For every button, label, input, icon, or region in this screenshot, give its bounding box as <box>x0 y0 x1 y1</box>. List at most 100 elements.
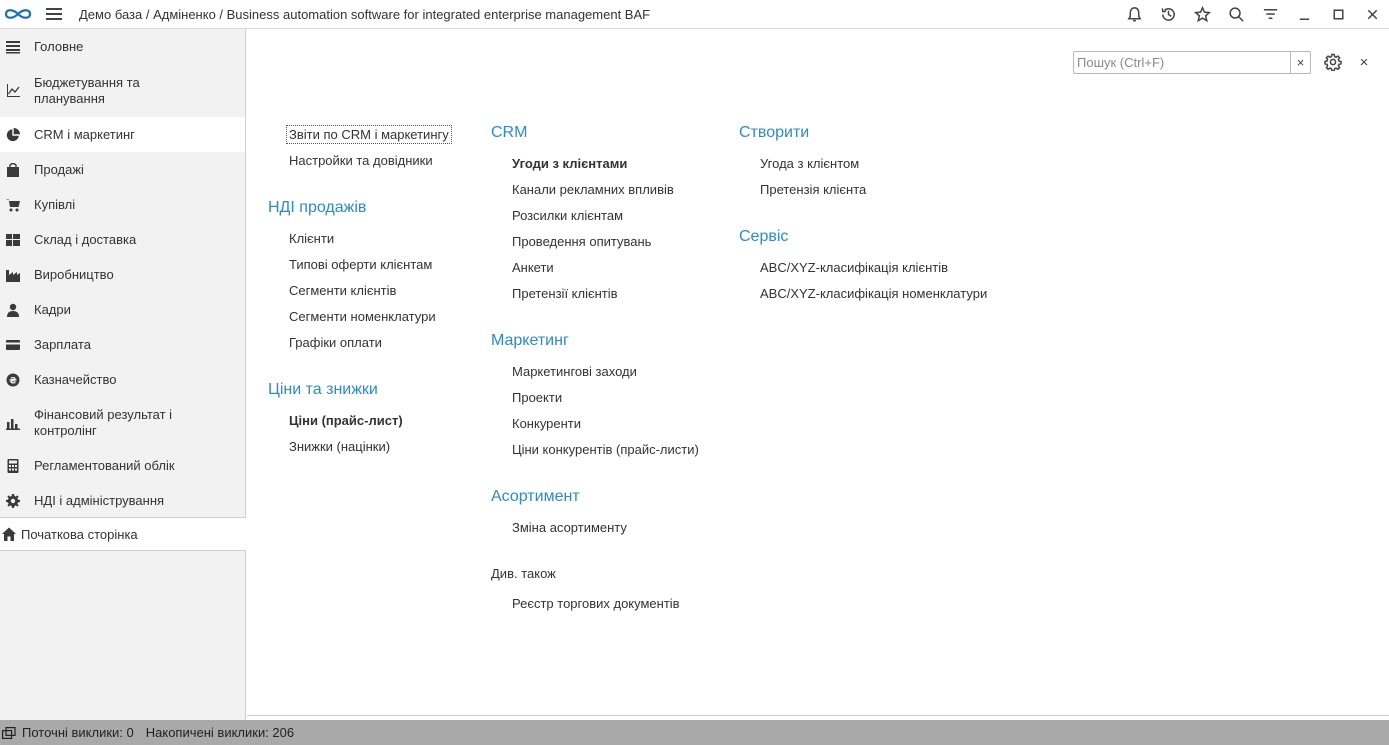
sidebar-item-label: Виробництво <box>34 266 114 282</box>
window-title: Демо база / Адміненко / Business automat… <box>79 6 651 22</box>
sidebar: Головне Бюджетування та планування CRM і… <box>0 29 246 720</box>
search-box: × <box>1073 51 1311 74</box>
link-marketing-events[interactable]: Маркетингові заходи <box>512 364 637 379</box>
sidebar-item-hr[interactable]: Кадри <box>0 292 245 327</box>
windows-icon[interactable] <box>2 726 16 739</box>
calculator-icon <box>6 458 20 473</box>
group-title-service: Сервіс <box>739 228 789 245</box>
current-calls: Поточні виклики: 0 <box>22 725 134 740</box>
sidebar-item-sales[interactable]: Продажі <box>0 152 245 187</box>
link-client-segments[interactable]: Сегменти клієнтів <box>289 283 396 298</box>
link-payment-schedules[interactable]: Графіки оплати <box>289 335 382 350</box>
link-competitor-prices[interactable]: Ціни конкурентів (прайс-листи) <box>512 442 699 457</box>
star-icon[interactable] <box>1185 0 1219 29</box>
group-title-assortment: Асортимент <box>491 488 580 505</box>
list-icon <box>6 40 20 54</box>
sidebar-item-label: Склад і доставка <box>34 231 137 247</box>
history-icon[interactable] <box>1151 0 1185 29</box>
link-create-client-deal[interactable]: Угода з клієнтом <box>760 156 859 171</box>
link-client-claims[interactable]: Претензії клієнтів <box>512 286 618 301</box>
title-bar: Демо база / Адміненко / Business automat… <box>0 0 1389 29</box>
group-title-prices-discounts: Ціни та знижки <box>268 381 378 398</box>
sidebar-item-label: Зарплата <box>34 336 91 352</box>
sidebar-item-budgeting[interactable]: Бюджетування та планування <box>0 65 245 117</box>
group-title-marketing: Маркетинг <box>491 332 569 349</box>
sidebar-item-label: Головне <box>34 39 84 54</box>
factory-icon <box>6 268 20 282</box>
bar-chart-icon <box>6 416 20 430</box>
sidebar-item-purchases[interactable]: Купівлі <box>0 187 245 222</box>
close-panel-button[interactable]: × <box>1355 52 1373 72</box>
card-icon <box>6 338 20 352</box>
link-typical-offers[interactable]: Типові оферти клієнтам <box>289 257 432 272</box>
link-projects[interactable]: Проекти <box>512 390 562 405</box>
group-title-create: Створити <box>739 124 810 141</box>
link-client-deals[interactable]: Угоди з клієнтами <box>512 156 627 171</box>
chart-line-icon <box>6 84 20 98</box>
maximize-icon[interactable] <box>1321 0 1355 29</box>
menu-icon[interactable] <box>46 8 62 20</box>
sidebar-item-label: CRM і маркетинг <box>34 126 135 142</box>
sidebar-item-label: Казначейство <box>34 371 117 387</box>
sidebar-item-admin[interactable]: НДІ і адміністрування <box>0 483 245 518</box>
sidebar-item-label: Продажі <box>34 161 84 177</box>
sidebar-item-salary[interactable]: Зарплата <box>0 327 245 362</box>
link-nomenclature-segments[interactable]: Сегменти номенклатури <box>289 309 436 324</box>
sidebar-item-finance[interactable]: Фінансовий результат і контролінг <box>0 397 245 448</box>
sidebar-item-production[interactable]: Виробництво <box>0 257 245 292</box>
app-logo-icon <box>3 6 33 22</box>
sidebar-item-warehouse[interactable]: Склад і доставка <box>0 222 245 257</box>
link-abc-xyz-clients[interactable]: ABC/XYZ-класифікація клієнтів <box>760 260 948 275</box>
link-trade-documents-register[interactable]: Реєстр торгових документів <box>512 596 680 611</box>
home-icon <box>2 527 16 541</box>
sidebar-item-label: НДІ і адміністрування <box>34 492 165 508</box>
link-discounts[interactable]: Знижки (націнки) <box>289 439 390 454</box>
link-questionnaires[interactable]: Анкети <box>512 260 554 275</box>
gear-icon <box>6 493 20 508</box>
bell-icon[interactable] <box>1117 0 1151 29</box>
sidebar-item-treasury[interactable]: ₴ Казначейство <box>0 362 245 397</box>
svg-text:₴: ₴ <box>9 376 17 386</box>
see-also-title: Див. також <box>491 566 556 581</box>
pie-chart-icon <box>6 127 20 142</box>
search-icon[interactable] <box>1219 0 1253 29</box>
filter-icon[interactable] <box>1253 0 1287 29</box>
link-competitors[interactable]: Конкуренти <box>512 416 581 431</box>
sidebar-item-label: Кадри <box>34 301 71 317</box>
minimize-icon[interactable] <box>1287 0 1321 29</box>
sidebar-item-crm[interactable]: CRM і маркетинг <box>0 117 245 152</box>
grid-icon <box>6 233 20 247</box>
link-crm-reports[interactable]: Звіти по CRM і маркетингу <box>286 125 452 144</box>
accumulated-calls: Накопичені виклики: 206 <box>145 725 295 740</box>
sidebar-home-label: Початкова сторінка <box>21 526 138 542</box>
link-client-mailings[interactable]: Розсилки клієнтам <box>512 208 623 223</box>
link-clients[interactable]: Клієнти <box>289 231 334 246</box>
sidebar-item-label: Регламентований облік <box>34 457 175 473</box>
sidebar-item-label: Бюджетування та планування <box>34 75 140 106</box>
toolbar-icons <box>1117 0 1389 29</box>
close-icon[interactable] <box>1355 0 1389 29</box>
link-assortment-change[interactable]: Зміна асортименту <box>512 520 627 535</box>
link-price-list[interactable]: Ціни (прайс-лист) <box>289 413 403 428</box>
group-title-crm: CRM <box>491 124 528 141</box>
sidebar-item-regulated-accounting[interactable]: Регламентований облік <box>0 448 245 483</box>
search-input[interactable] <box>1074 52 1290 73</box>
link-create-client-claim[interactable]: Претензія клієнта <box>760 182 866 197</box>
sidebar-item-main[interactable]: Головне <box>0 29 245 65</box>
sidebar-home[interactable]: Початкова сторінка <box>0 517 246 551</box>
settings-gear-icon[interactable] <box>1323 52 1343 72</box>
link-abc-xyz-nomenclature[interactable]: ABC/XYZ-класифікація номенклатури <box>760 286 987 301</box>
group-title-sales-nsi: НДІ продажів <box>268 199 367 216</box>
link-settings-directories[interactable]: Настройки та довідники <box>289 153 433 168</box>
status-bar: Поточні виклики: 0 Накопичені виклики: 2… <box>0 720 1389 745</box>
search-clear-button[interactable]: × <box>1290 52 1310 73</box>
main-panel: × × Звіти по CRM і маркетингу Настройки … <box>247 29 1389 716</box>
person-icon <box>6 303 20 317</box>
sidebar-item-label: Фінансовий результат і контролінг <box>34 406 173 438</box>
link-ad-channels[interactable]: Канали рекламних впливів <box>512 182 674 197</box>
coin-icon: ₴ <box>6 373 20 387</box>
bag-icon <box>6 162 20 177</box>
cart-icon <box>6 198 20 212</box>
sidebar-item-label: Купівлі <box>34 196 76 212</box>
link-surveys[interactable]: Проведення опитувань <box>512 234 651 249</box>
